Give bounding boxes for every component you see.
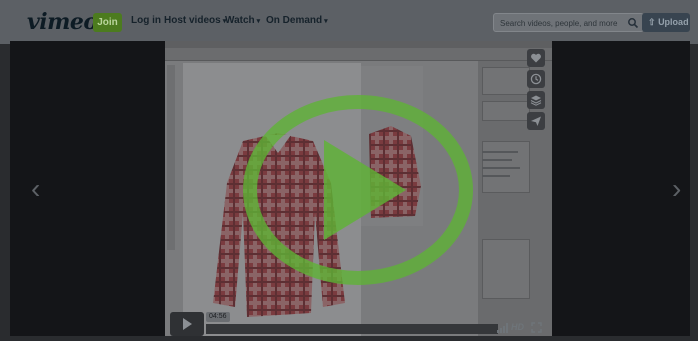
- join-button[interactable]: Join: [93, 13, 122, 32]
- hd-toggle[interactable]: HD: [511, 322, 524, 332]
- upload-icon: ⇧: [648, 17, 656, 27]
- chevron-down-icon: ▾: [256, 18, 261, 25]
- video-app-options-bar: [165, 48, 552, 61]
- login-link[interactable]: Log in: [131, 15, 161, 26]
- play-button[interactable]: [170, 312, 204, 336]
- like-button[interactable]: [527, 49, 545, 67]
- time-readout: 04:56: [206, 312, 230, 322]
- search-box: [493, 13, 644, 32]
- nav-watch-label: Watch: [225, 15, 255, 26]
- progress-bar[interactable]: [206, 324, 498, 334]
- watch-later-button[interactable]: [527, 70, 545, 88]
- heart-icon: [531, 53, 541, 63]
- nav-host-videos[interactable]: Host videos ▾: [164, 15, 226, 26]
- next-arrow-icon[interactable]: ›: [672, 175, 681, 203]
- volume-icon[interactable]: [497, 323, 509, 333]
- share-button[interactable]: [527, 112, 545, 130]
- video-app-toolbar: [167, 65, 175, 250]
- clock-icon: [530, 73, 542, 85]
- quality-controls: HD: [497, 320, 545, 336]
- play-icon: [183, 318, 192, 330]
- upload-button[interactable]: ⇧ Upload: [642, 13, 690, 32]
- search-input[interactable]: [498, 15, 620, 32]
- search-icon[interactable]: [627, 17, 639, 29]
- collections-button[interactable]: [527, 91, 545, 109]
- nav-on-demand[interactable]: On Demand ▾: [266, 15, 328, 26]
- site-header: vimeo Join Log in Host videos ▾ Watch ▾ On…: [0, 0, 698, 44]
- previous-arrow-icon[interactable]: ‹: [31, 175, 40, 203]
- fullscreen-icon[interactable]: [531, 322, 542, 333]
- layers-icon: [530, 95, 542, 106]
- nav-host-videos-label: Host videos: [164, 15, 221, 26]
- nav-on-demand-label: On Demand: [266, 15, 323, 26]
- video-player[interactable]: ‹ › 04:56 HD: [10, 41, 690, 336]
- paper-plane-icon: [531, 116, 541, 126]
- play-icon: [324, 140, 406, 240]
- big-play-button[interactable]: [242, 94, 474, 286]
- video-app-menubar: [165, 41, 552, 48]
- chevron-down-icon: ▾: [324, 18, 328, 25]
- nav-watch[interactable]: Watch ▾: [225, 15, 260, 26]
- upload-label: Upload: [658, 17, 689, 27]
- vimeo-logo[interactable]: vimeo: [27, 9, 98, 35]
